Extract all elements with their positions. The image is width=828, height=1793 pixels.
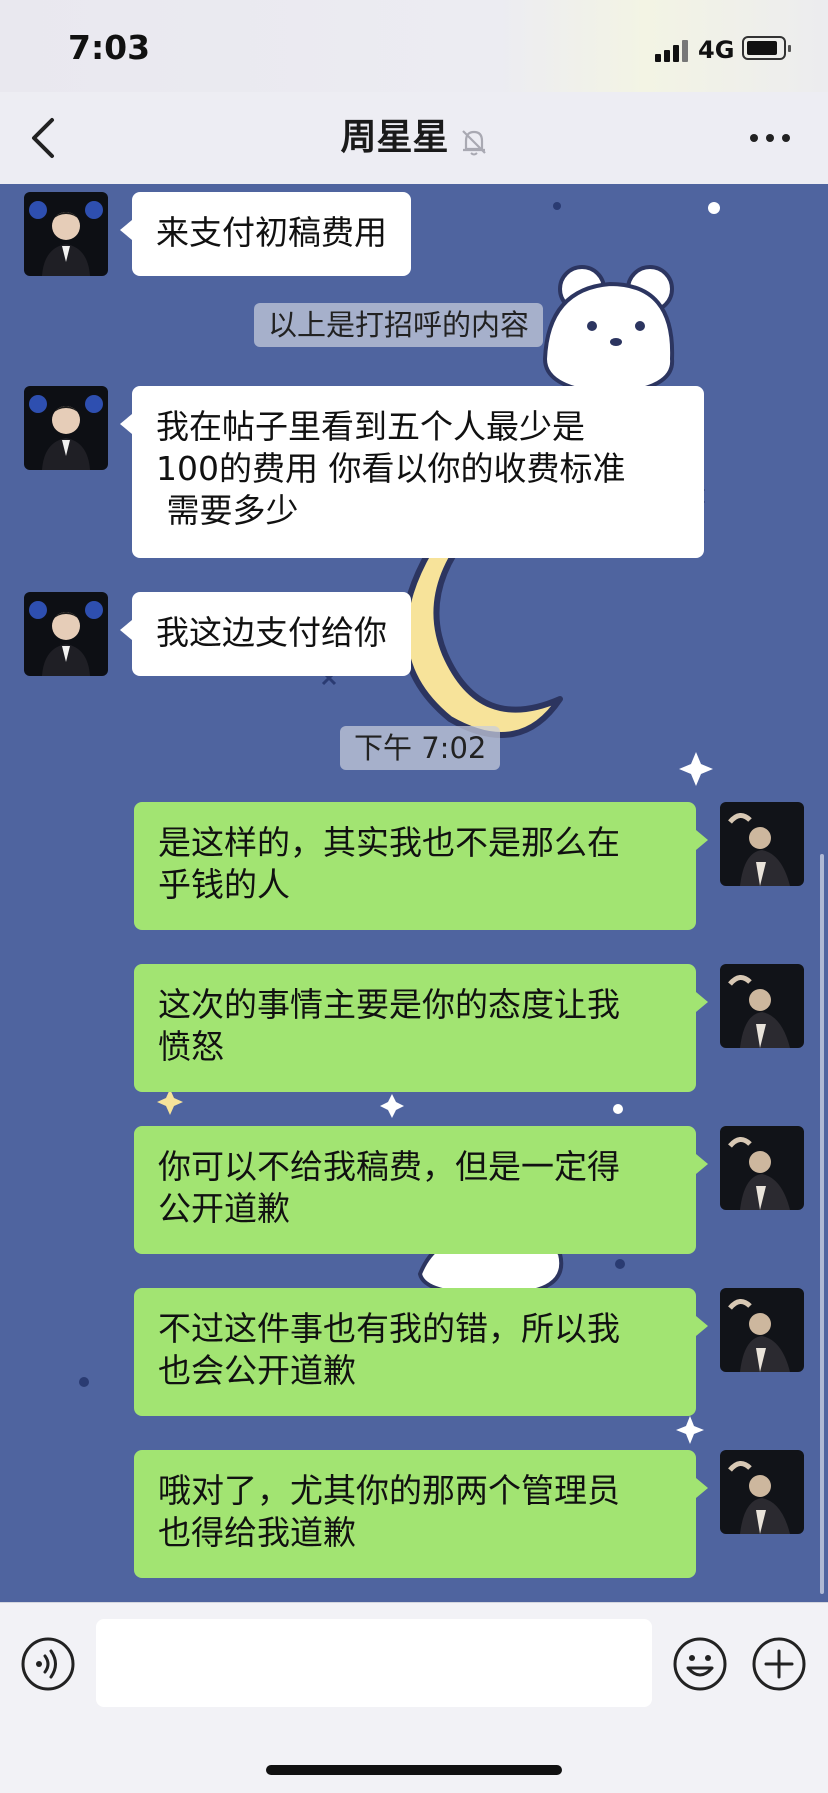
network-label: 4G bbox=[698, 36, 735, 64]
scrollbar[interactable] bbox=[820, 854, 824, 1594]
my-avatar-image bbox=[720, 1126, 804, 1210]
outgoing-message[interactable]: 哦对了，尤其你的那两个管理员 也得给我道歉 bbox=[134, 1450, 708, 1578]
status-time: 7:03 bbox=[68, 28, 151, 67]
emoji-icon bbox=[673, 1637, 727, 1691]
chat-header: 周星星 bbox=[0, 92, 828, 185]
input-bar bbox=[0, 1602, 828, 1793]
outgoing-message[interactable]: 这次的事情主要是你的态度让我 愤怒 bbox=[134, 964, 708, 1092]
status-bar: 7:03 4G bbox=[0, 0, 828, 92]
my-avatar[interactable] bbox=[720, 802, 804, 886]
battery-icon bbox=[742, 36, 791, 60]
contact-avatar[interactable] bbox=[24, 192, 108, 276]
contact-avatar[interactable] bbox=[24, 592, 108, 676]
incoming-message[interactable]: 我在帖子里看到五个人最少是 100的费用 你看以你的收费标准 需要多少 bbox=[120, 386, 704, 558]
plus-icon bbox=[752, 1637, 806, 1691]
my-avatar[interactable] bbox=[720, 1288, 804, 1372]
my-avatar-image bbox=[720, 1288, 804, 1372]
system-notice: 以上是打招呼的内容 bbox=[254, 303, 544, 347]
contact-avatar-image bbox=[24, 592, 108, 676]
contact-avatar-image bbox=[24, 192, 108, 276]
chat-area[interactable]: 来支付初稿费用 以上是打招呼的内容 我在帖子里看到五个人最少是 100的费用 你… bbox=[0, 184, 828, 1602]
timestamp-label: 下午 7:02 bbox=[340, 726, 501, 770]
message-input[interactable] bbox=[96, 1619, 652, 1707]
chat-title[interactable]: 周星星 bbox=[340, 92, 448, 184]
chevron-left-icon bbox=[32, 118, 54, 158]
my-avatar[interactable] bbox=[720, 1126, 804, 1210]
more-button[interactable] bbox=[748, 120, 792, 156]
outgoing-message[interactable]: 不过这件事也有我的错，所以我 也会公开道歉 bbox=[134, 1288, 708, 1416]
title-container: 周星星 bbox=[0, 92, 828, 184]
voice-icon bbox=[21, 1637, 75, 1691]
more-options-button[interactable] bbox=[751, 1636, 807, 1692]
emoji-button[interactable] bbox=[672, 1636, 728, 1692]
my-avatar[interactable] bbox=[720, 1450, 804, 1534]
incoming-message[interactable]: 我这边支付给你 bbox=[120, 592, 411, 676]
outgoing-message[interactable]: 是这样的，其实我也不是那么在 乎钱的人 bbox=[134, 802, 708, 930]
my-avatar-image bbox=[720, 964, 804, 1048]
voice-button[interactable] bbox=[20, 1636, 76, 1692]
contact-avatar[interactable] bbox=[24, 386, 108, 470]
my-avatar-image bbox=[720, 1450, 804, 1534]
signal-icon bbox=[655, 40, 691, 62]
outgoing-message[interactable]: 你可以不给我稿费，但是一定得 公开道歉 bbox=[134, 1126, 708, 1254]
incoming-message[interactable]: 来支付初稿费用 bbox=[120, 192, 411, 276]
ellipsis-icon bbox=[750, 134, 790, 142]
contact-avatar-image bbox=[24, 386, 108, 470]
bell-slash-icon bbox=[461, 129, 486, 155]
my-avatar[interactable] bbox=[720, 964, 804, 1048]
back-button[interactable] bbox=[26, 112, 66, 164]
my-avatar-image bbox=[720, 802, 804, 886]
home-indicator[interactable] bbox=[266, 1765, 562, 1775]
